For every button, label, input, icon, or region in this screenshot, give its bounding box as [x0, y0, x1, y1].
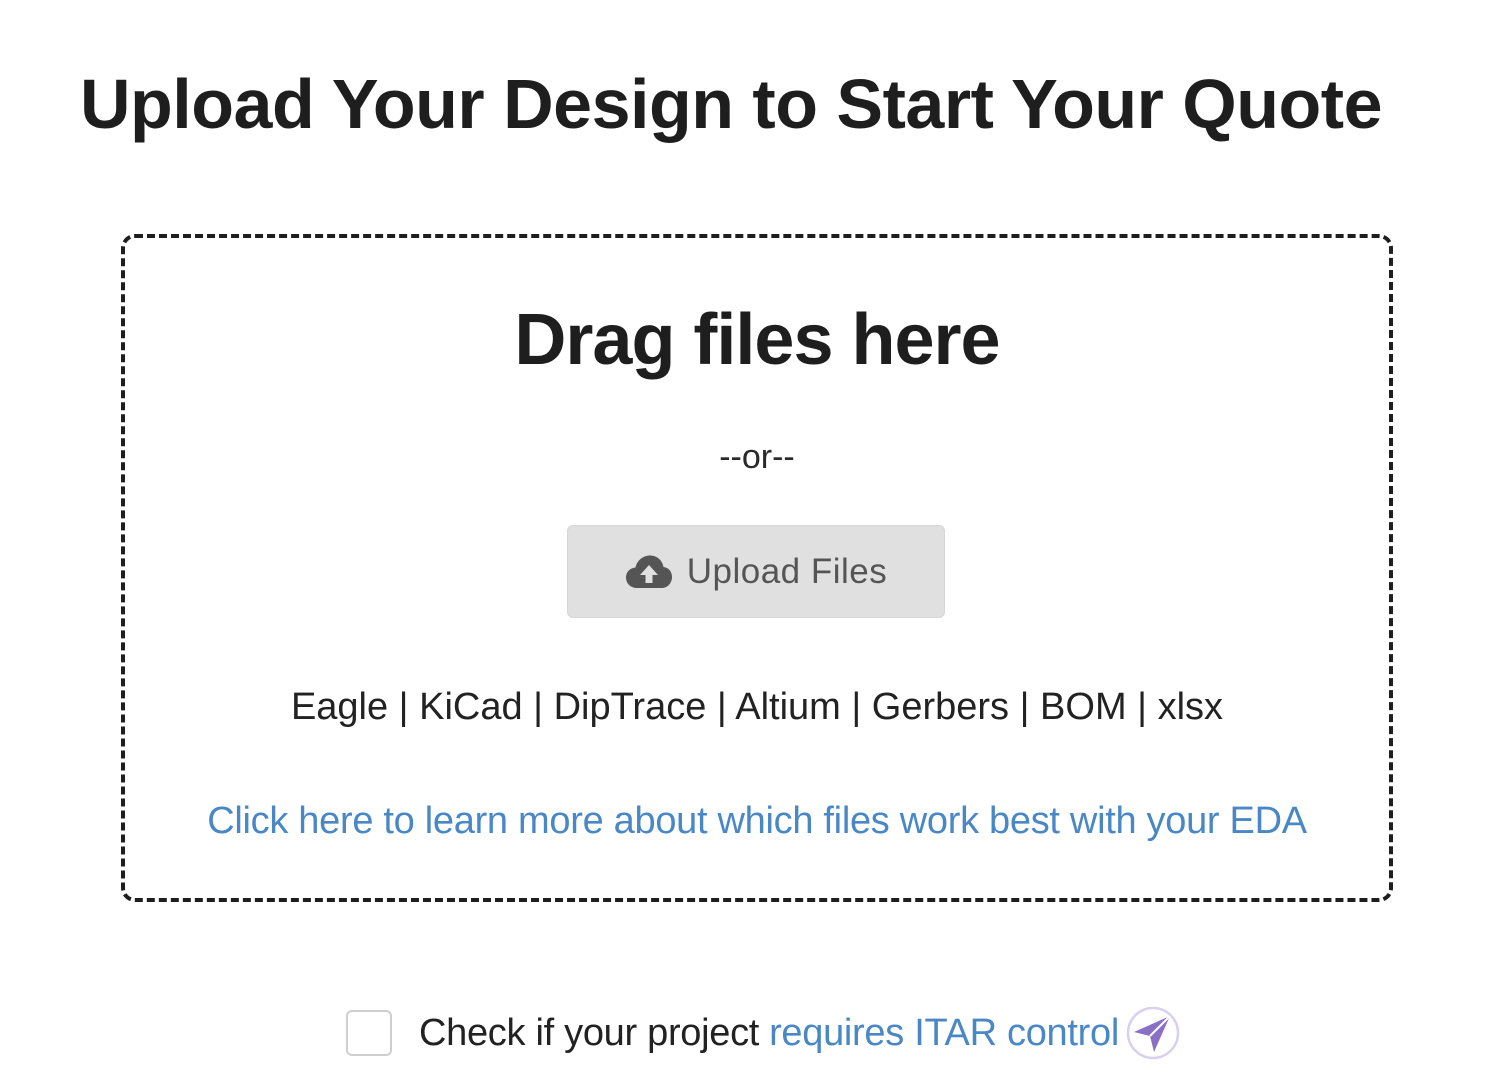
drag-files-heading: Drag files here	[514, 300, 1000, 380]
itar-checkbox[interactable]	[346, 1010, 392, 1056]
itar-row: Check if your project requires ITAR cont…	[346, 1005, 1181, 1061]
paper-plane-icon[interactable]	[1125, 1005, 1181, 1061]
cloud-upload-icon	[625, 552, 673, 592]
upload-button-label: Upload Files	[686, 551, 888, 591]
itar-link[interactable]: requires ITAR control	[769, 1012, 1119, 1055]
or-separator: --or--	[719, 438, 795, 476]
upload-files-button[interactable]: Upload Files	[567, 525, 945, 618]
learn-more-link[interactable]: Click here to learn more about which fil…	[125, 796, 1389, 846]
itar-label: Check if your project	[419, 1011, 760, 1054]
file-dropzone[interactable]: Drag files here --or-- Upload Files Eagl…	[121, 234, 1393, 902]
supported-formats: Eagle | KiCad | DipTrace | Altium | Gerb…	[290, 686, 1224, 728]
page-title: Upload Your Design to Start Your Quote	[80, 65, 1383, 143]
